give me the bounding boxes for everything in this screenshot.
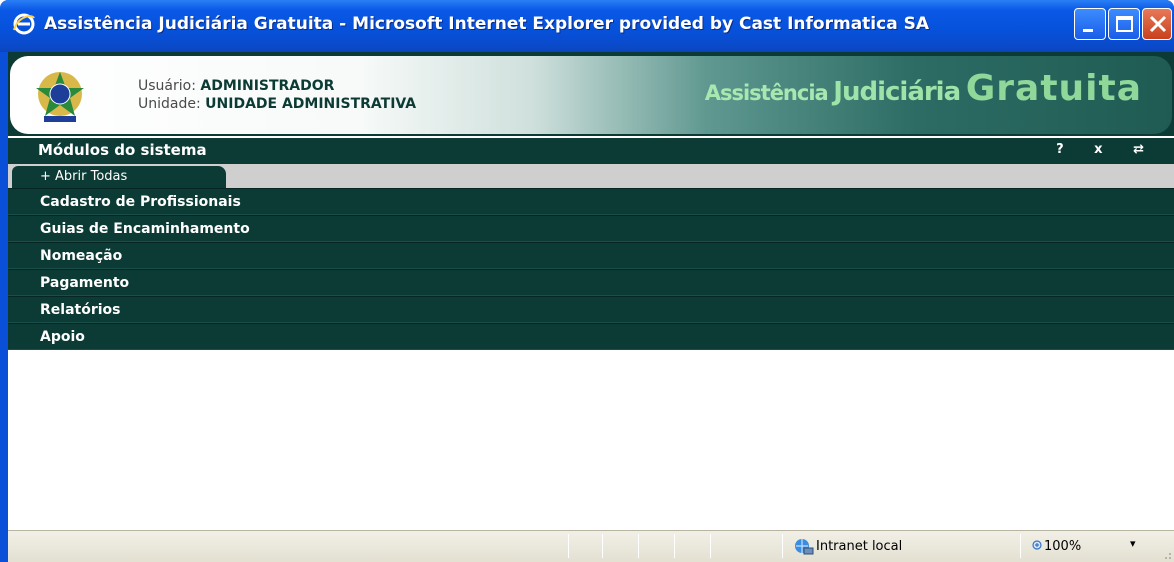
zoom-icon bbox=[1032, 540, 1042, 550]
status-bar: Intranet local 100% ▾ bbox=[8, 530, 1174, 562]
menu-item-guias[interactable]: Guias de Encaminhamento bbox=[8, 215, 1174, 242]
zoom-dropdown-icon[interactable]: ▾ bbox=[1130, 537, 1136, 550]
status-divider bbox=[602, 534, 603, 558]
modules-toolbar: ? x ⇄ bbox=[1030, 142, 1144, 157]
open-all-tab[interactable]: + Abrir Todas bbox=[12, 166, 226, 188]
user-value: ADMINISTRADOR bbox=[200, 78, 335, 94]
status-divider bbox=[674, 534, 675, 558]
brand-title: Assistência Judiciária Gratuita bbox=[705, 68, 1142, 109]
toggle-icon[interactable]: ⇄ bbox=[1133, 142, 1144, 157]
menu-item-cadastro[interactable]: Cadastro de Profissionais bbox=[8, 188, 1174, 215]
minimize-button[interactable] bbox=[1074, 8, 1106, 40]
browser-window: Assistência Judiciária Gratuita - Micros… bbox=[0, 0, 1174, 562]
maximize-icon bbox=[1116, 16, 1133, 32]
header-banner-frame: Usuário: ADMINISTRADOR Unidade: UNIDADE … bbox=[8, 52, 1174, 136]
menu-item-apoio[interactable]: Apoio bbox=[8, 323, 1174, 350]
unit-value: UNIDADE ADMINISTRATIVA bbox=[205, 96, 417, 112]
help-icon[interactable]: ? bbox=[1056, 142, 1064, 157]
unit-label: Unidade: bbox=[138, 96, 201, 112]
brand-part2: Judiciária bbox=[833, 77, 961, 107]
status-divider bbox=[1020, 534, 1021, 558]
open-all-label: + Abrir Todas bbox=[40, 169, 128, 184]
status-divider bbox=[638, 534, 639, 558]
user-label: Usuário: bbox=[138, 78, 196, 94]
resize-grip-icon[interactable] bbox=[1162, 550, 1172, 560]
window-title: Assistência Judiciária Gratuita - Micros… bbox=[44, 14, 929, 34]
security-zone-label: Intranet local bbox=[816, 539, 903, 554]
maximize-button[interactable] bbox=[1108, 8, 1140, 40]
unit-info: Unidade: UNIDADE ADMINISTRATIVA bbox=[138, 96, 416, 112]
zoom-level[interactable]: 100% bbox=[1044, 539, 1081, 554]
close-icon[interactable]: x bbox=[1094, 142, 1102, 157]
status-divider bbox=[782, 534, 783, 558]
minimize-icon bbox=[1083, 29, 1093, 32]
modules-title: Módulos do sistema bbox=[38, 141, 207, 159]
close-icon bbox=[1149, 15, 1167, 33]
header-banner: Usuário: ADMINISTRADOR Unidade: UNIDADE … bbox=[10, 56, 1172, 134]
tab-row: + Abrir Todas bbox=[8, 164, 1174, 188]
modules-header: Módulos do sistema ? x ⇄ bbox=[8, 138, 1174, 164]
status-divider bbox=[710, 534, 711, 558]
close-window-button[interactable] bbox=[1142, 8, 1172, 40]
menu-item-relatorios[interactable]: Relatórios bbox=[8, 296, 1174, 323]
menu-item-pagamento[interactable]: Pagamento bbox=[8, 269, 1174, 296]
brand-part1: Assistência bbox=[704, 81, 829, 105]
menu-item-nomeacao[interactable]: Nomeação bbox=[8, 242, 1174, 269]
status-divider bbox=[568, 534, 569, 558]
page-content: Usuário: ADMINISTRADOR Unidade: UNIDADE … bbox=[8, 52, 1174, 562]
intranet-zone-icon bbox=[795, 539, 814, 555]
coat-of-arms-logo bbox=[36, 72, 84, 122]
brand-part3: Gratuita bbox=[965, 68, 1142, 109]
title-bar[interactable]: Assistência Judiciária Gratuita - Micros… bbox=[0, 0, 1174, 52]
internet-explorer-icon bbox=[13, 13, 35, 35]
modules-menu: Cadastro de Profissionais Guias de Encam… bbox=[8, 188, 1174, 350]
user-info: Usuário: ADMINISTRADOR bbox=[138, 78, 334, 94]
